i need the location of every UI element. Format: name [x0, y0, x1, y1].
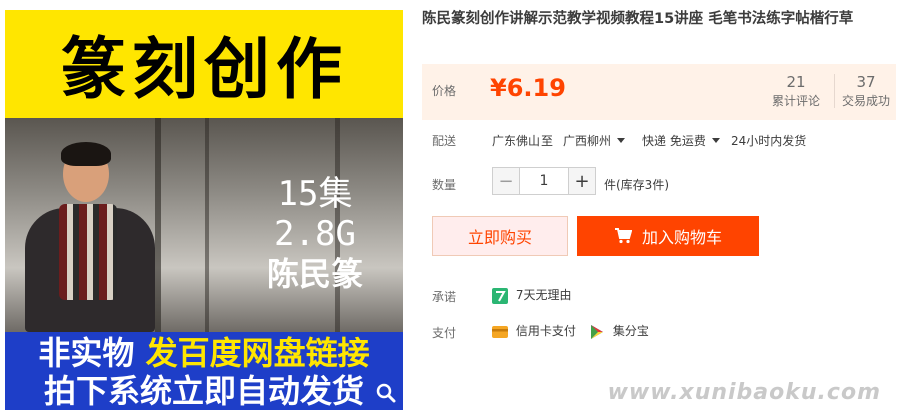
stock-text: 件(库存3件) [604, 178, 669, 192]
shipping-label: 配送 [432, 134, 457, 148]
chevron-down-icon [617, 138, 626, 143]
chevron-down-icon [711, 138, 720, 143]
quantity-stepper: − 1 + [492, 167, 596, 195]
reviews-stat[interactable]: 21 累计评论 [772, 72, 820, 109]
increase-button[interactable]: + [568, 167, 596, 195]
image-title: 篆刻创作 [60, 31, 348, 108]
ship-to-word: 至 [541, 134, 554, 148]
banner-non-physical: 非实物 [38, 334, 135, 372]
banner-netdisk: 发百度网盘链接 [145, 334, 370, 372]
sales-count: 37 [856, 73, 876, 91]
credit-card-icon [492, 324, 508, 340]
price-value: ¥6.19 [490, 74, 566, 102]
image-banner: 非实物 发百度网盘链接 拍下系统立即自动发货 [5, 332, 403, 410]
ship-from: 广东佛山 [492, 134, 541, 148]
credit-card-text: 信用卡支付 [515, 324, 576, 338]
price-label: 价格 [432, 84, 457, 98]
promise-item[interactable]: 7天无理由 [492, 286, 571, 304]
quantity-label: 数量 [432, 178, 457, 192]
buy-now-button[interactable]: 立即购买 [432, 216, 568, 256]
file-size: 2.8G [274, 214, 356, 254]
quantity-input[interactable]: 1 [520, 167, 568, 195]
teacher-name: 陈民篆 [266, 255, 363, 293]
zoom-magnifier-icon[interactable] [375, 382, 397, 404]
reviews-count: 21 [786, 73, 806, 91]
payment-credit-card[interactable]: 信用卡支付 [492, 322, 576, 340]
ship-destination: 广西柳州 [563, 134, 612, 148]
product-main-image[interactable]: 篆刻创作 15集 2.8G 陈民篆 非实物 发百度网盘链接 拍下系统立即自动发货 [5, 10, 403, 410]
add-to-cart-button[interactable]: 加入购物车 [577, 216, 759, 256]
ship-destination-select[interactable]: 广西柳州 [563, 132, 626, 149]
ship-time: 24小时内发货 [731, 134, 807, 148]
product-title: 陈民篆刻创作讲解示范教学视频教程15讲座 毛笔书法练字帖楷行草 [422, 11, 854, 27]
banner-line-2: 拍下系统立即自动发货 [43, 372, 364, 410]
decrease-button[interactable]: − [492, 167, 520, 195]
stat-divider [834, 74, 835, 108]
payment-label: 支付 [432, 326, 457, 340]
image-title-band: 篆刻创作 [5, 10, 403, 118]
promise-label: 承诺 [432, 290, 457, 304]
jifenbao-icon [589, 324, 605, 340]
seven-day-return-icon [492, 287, 508, 304]
ship-method: 快递 免运费 [642, 134, 706, 148]
site-watermark: www.xunibaoku.com [607, 380, 881, 405]
banner-line-1: 非实物 发百度网盘链接 [5, 332, 403, 372]
ship-method-select[interactable]: 快递 免运费 [642, 132, 720, 149]
payment-jifenbao[interactable]: 集分宝 [589, 322, 649, 340]
sales-stat: 37 交易成功 [842, 72, 890, 109]
jifenbao-text: 集分宝 [612, 324, 649, 338]
reviews-label: 累计评论 [772, 94, 821, 108]
episode-count: 15集 [277, 174, 353, 214]
promise-text: 7天无理由 [515, 288, 572, 302]
course-info-overlay: 15集 2.8G 陈民篆 [255, 174, 375, 294]
price-panel: 价格 ¥6.19 21 累计评论 37 交易成功 [422, 64, 896, 120]
shopping-cart-icon [614, 228, 632, 244]
add-to-cart-label: 加入购物车 [641, 228, 722, 247]
sales-label: 交易成功 [842, 94, 891, 108]
teacher-figure [25, 138, 155, 332]
